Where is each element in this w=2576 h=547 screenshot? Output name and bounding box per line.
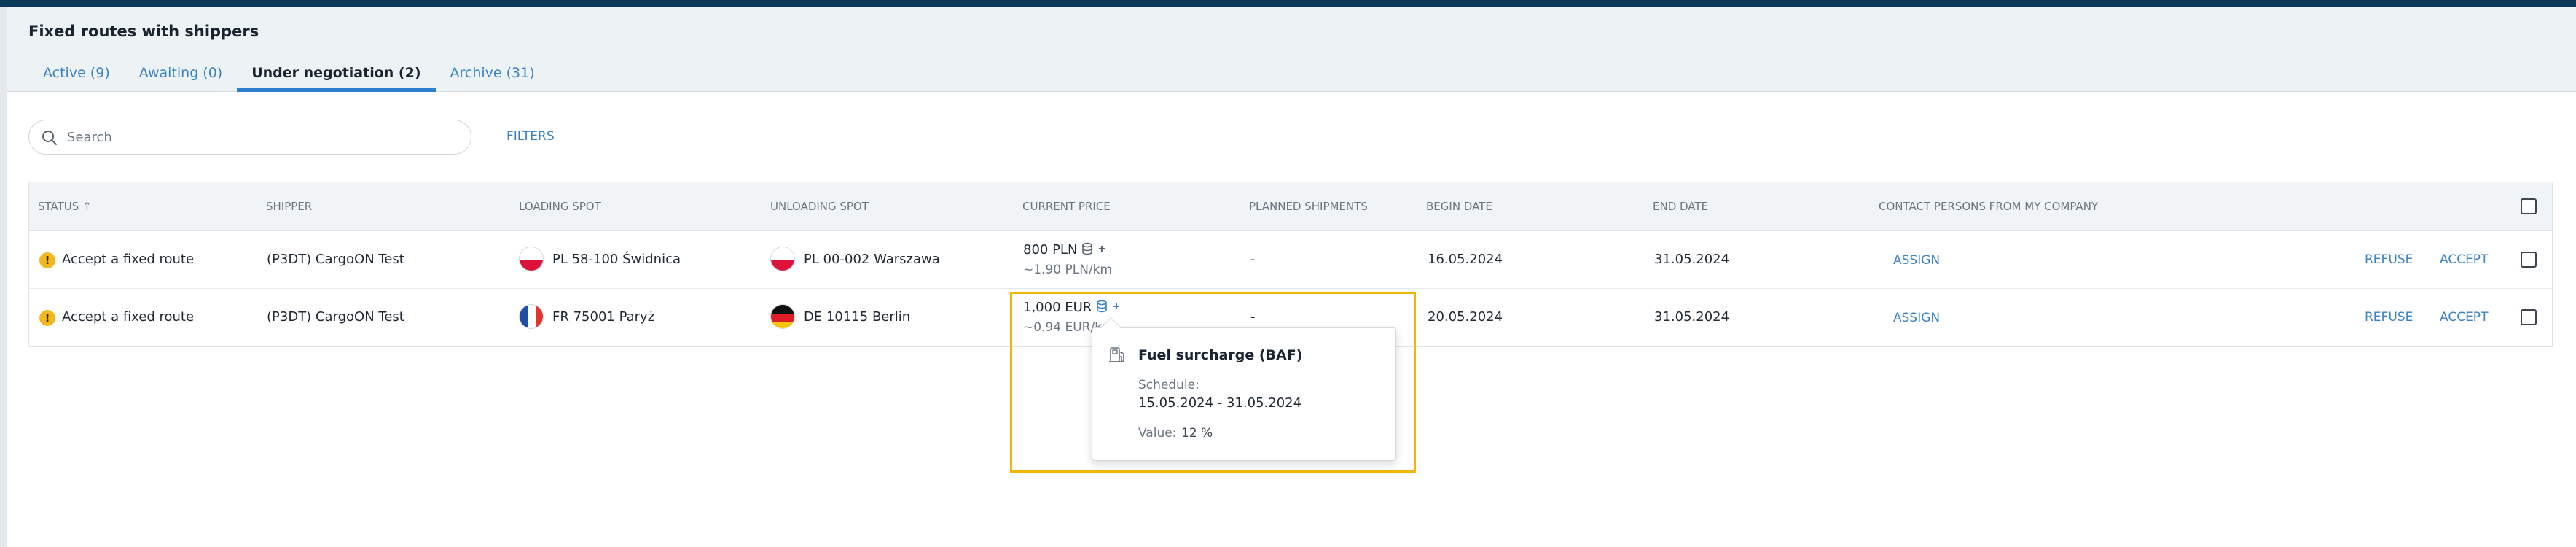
header-begin-date: BEGIN DATE	[1426, 200, 1492, 213]
planned-shipments: -	[1250, 252, 1256, 267]
end-date: 31.05.2024	[1654, 309, 1730, 325]
warning-icon: !	[39, 310, 55, 326]
flag-pl-icon	[519, 247, 544, 271]
tab-archive[interactable]: Archive (31)	[436, 61, 549, 92]
left-sidebar-edge	[0, 7, 7, 547]
assign-button[interactable]: ASSIGN	[1893, 253, 1940, 268]
status-text: Accept a fixed route	[62, 309, 195, 325]
header-status[interactable]: STATUS ↑	[38, 200, 92, 213]
header-unloading-spot: UNLOADING SPOT	[770, 200, 869, 213]
table-header: STATUS ↑ SHIPPER LOADING SPOT UNLOADING …	[29, 182, 2552, 231]
header-shipper: SHIPPER	[266, 200, 313, 213]
shipper-name: (P3DT) CargoON Test	[267, 309, 404, 325]
header-planned-shipments: PLANNED SHIPMENTS	[1249, 200, 1368, 213]
value-label: Value:	[1138, 426, 1177, 441]
tab-under-negotiation[interactable]: Under negotiation (2)	[237, 61, 436, 92]
begin-date: 20.05.2024	[1428, 309, 1503, 325]
search-box	[28, 120, 471, 155]
accept-button[interactable]: ACCEPT	[2440, 310, 2488, 325]
header-end-date: END DATE	[1653, 200, 1709, 213]
flag-de-icon	[770, 304, 795, 329]
tab-bar: Active (9) Awaiting (0) Under negotiatio…	[28, 61, 549, 92]
row-checkbox[interactable]	[2521, 309, 2537, 325]
tab-active[interactable]: Active (9)	[28, 61, 125, 92]
row-checkbox[interactable]	[2521, 252, 2537, 268]
surcharge-icon[interactable]	[1081, 241, 1108, 257]
accept-button[interactable]: ACCEPT	[2440, 252, 2488, 267]
filters-button[interactable]: FILTERS	[506, 129, 555, 144]
schedule-dates: 15.05.2024 - 31.05.2024	[1138, 395, 1302, 411]
top-bar	[0, 0, 2576, 7]
flag-fr-icon	[519, 304, 544, 329]
current-price: 800 PLN	[1023, 242, 1078, 257]
loading-spot: PL 58-100 Świdnica	[552, 252, 681, 267]
assign-button[interactable]: ASSIGN	[1893, 311, 1940, 325]
fuel-surcharge-tooltip: Fuel surcharge (BAF) Schedule: 15.05.202…	[1092, 327, 1396, 461]
page-header: Fixed routes with shippers Active (9) Aw…	[7, 7, 2576, 92]
sort-up-icon: ↑	[82, 200, 92, 213]
flag-pl-icon	[770, 247, 795, 271]
select-all-checkbox[interactable]	[2521, 198, 2537, 214]
table-row: ! Accept a fixed route (P3DT) CargoON Te…	[29, 231, 2552, 289]
begin-date: 16.05.2024	[1428, 252, 1503, 267]
status-text: Accept a fixed route	[62, 252, 195, 267]
header-contact-persons: CONTACT PERSONS FROM MY COMPANY	[1879, 200, 2099, 213]
search-input[interactable]	[67, 128, 453, 147]
unloading-spot: PL 00-002 Warszawa	[804, 252, 940, 267]
tooltip-title: Fuel surcharge (BAF)	[1138, 347, 1303, 363]
header-loading-spot: LOADING SPOT	[519, 200, 601, 213]
main-content: Fixed routes with shippers Active (9) Aw…	[7, 7, 2576, 547]
tab-awaiting[interactable]: Awaiting (0)	[125, 61, 237, 92]
header-current-price: CURRENT PRICE	[1022, 200, 1111, 213]
refuse-button[interactable]: REFUSE	[2365, 252, 2413, 267]
loading-spot: FR 75001 Paryż	[552, 309, 655, 325]
page-title: Fixed routes with shippers	[28, 23, 259, 40]
shipper-name: (P3DT) CargoON Test	[267, 252, 404, 267]
value-amount: 12 %	[1181, 426, 1213, 441]
end-date: 31.05.2024	[1654, 252, 1730, 267]
price-per-km: ~1.90 PLN/km	[1023, 263, 1113, 277]
schedule-label: Schedule:	[1138, 378, 1199, 392]
warning-icon: !	[39, 252, 55, 268]
search-icon	[42, 131, 57, 145]
refuse-button[interactable]: REFUSE	[2365, 310, 2413, 325]
fuel-pump-icon	[1109, 347, 1124, 362]
unloading-spot: DE 10115 Berlin	[804, 309, 911, 325]
